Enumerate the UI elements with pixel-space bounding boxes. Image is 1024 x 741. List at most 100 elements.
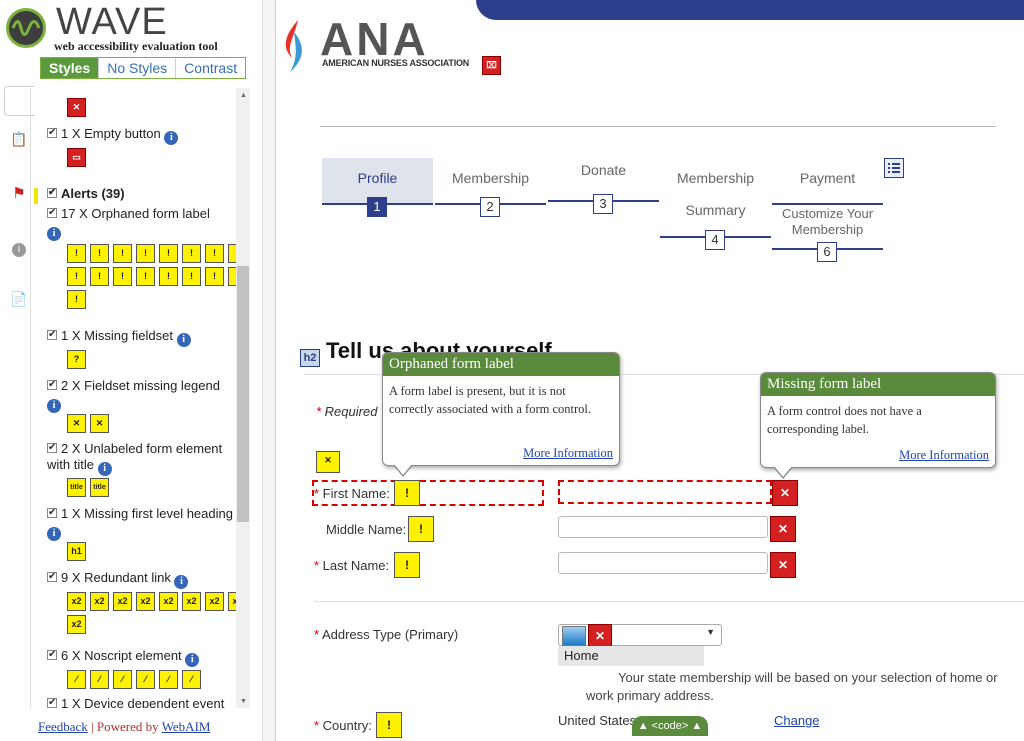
orphaned-label-icon[interactable]: ! bbox=[159, 267, 178, 286]
checkbox[interactable] bbox=[47, 327, 57, 343]
more-information-link[interactable]: More Information bbox=[899, 448, 989, 463]
missing-label-icon[interactable]: ✕ bbox=[772, 480, 798, 506]
missing-label-icon[interactable]: ✕ bbox=[770, 516, 796, 542]
first-name-input[interactable] bbox=[562, 482, 768, 502]
redundant-link-icon[interactable]: x2 bbox=[159, 592, 178, 611]
info-icon[interactable]: i bbox=[176, 333, 191, 347]
noscript-icon[interactable]: ⁄ bbox=[136, 670, 155, 689]
orphaned-label-icon[interactable]: ! bbox=[113, 267, 132, 286]
orphaned-label-icon[interactable]: ! bbox=[182, 244, 201, 263]
orphaned-label-icon[interactable]: ! bbox=[67, 290, 86, 309]
orphaned-label-icon[interactable]: ! bbox=[136, 267, 155, 286]
checkbox[interactable] bbox=[47, 377, 57, 393]
missing-label-icon[interactable]: ✕ bbox=[770, 552, 796, 578]
orphaned-label-icon[interactable]: ! bbox=[205, 267, 224, 286]
step-profile[interactable]: Profile bbox=[322, 170, 433, 186]
orphaned-label-icon[interactable]: ! bbox=[90, 244, 109, 263]
select-element-icon[interactable] bbox=[562, 626, 586, 646]
checkbox[interactable] bbox=[47, 695, 57, 708]
scroll-up-icon[interactable]: ▲ bbox=[240, 92, 247, 99]
fieldset-legend-icon[interactable]: ✕ bbox=[90, 414, 109, 433]
change-country-link[interactable]: Change bbox=[774, 713, 820, 728]
webaim-link[interactable]: WebAIM bbox=[162, 719, 211, 734]
checkbox[interactable] bbox=[47, 647, 57, 663]
step-donate[interactable]: Donate bbox=[548, 162, 659, 178]
panel-divider[interactable] bbox=[262, 0, 276, 741]
feedback-link[interactable]: Feedback bbox=[38, 719, 88, 734]
title-icon[interactable]: title bbox=[90, 478, 109, 497]
orphaned-icons: !!!!!! !!!!!! !!!!! bbox=[67, 244, 250, 309]
step-membership[interactable]: Membership bbox=[435, 170, 546, 186]
orphaned-label-icon[interactable]: ! bbox=[113, 244, 132, 263]
noscript-icon[interactable]: ⁄ bbox=[159, 670, 178, 689]
label-text: Last Name: bbox=[322, 558, 390, 573]
last-name-input[interactable] bbox=[558, 552, 768, 574]
orphaned-label-icon[interactable]: ! bbox=[408, 516, 434, 542]
list-icon[interactable] bbox=[884, 158, 904, 178]
orphaned-label-icon[interactable]: ! bbox=[136, 244, 155, 263]
orphaned-label-icon[interactable]: ! bbox=[67, 267, 86, 286]
clipboard-icon[interactable]: 📋 bbox=[10, 130, 28, 148]
error-icon[interactable]: ✕ bbox=[67, 98, 86, 117]
tab-no-styles[interactable]: No Styles bbox=[99, 58, 177, 78]
style-tabs: Styles No Styles Contrast bbox=[40, 57, 247, 79]
info-icon[interactable]: i bbox=[47, 227, 61, 241]
sidebar-scroll-thumb[interactable] bbox=[237, 266, 249, 522]
redundant-link-icon[interactable]: x2 bbox=[90, 592, 109, 611]
checkbox[interactable] bbox=[47, 125, 57, 141]
info-icon[interactable]: i bbox=[47, 527, 61, 541]
noscript-icon[interactable]: ⁄ bbox=[113, 670, 132, 689]
info-icon[interactable]: i bbox=[97, 462, 112, 476]
info-icon[interactable]: i bbox=[47, 399, 61, 413]
redundant-link-icon[interactable]: x2 bbox=[205, 592, 224, 611]
info-icon[interactable]: i bbox=[185, 653, 200, 667]
noscript-icon[interactable]: ⁄ bbox=[90, 670, 109, 689]
more-information-link[interactable]: More Information bbox=[523, 446, 613, 461]
redundant-link-icon[interactable]: x2 bbox=[67, 592, 86, 611]
missing-label-icon[interactable]: ✕ bbox=[588, 624, 612, 648]
info-icon[interactable]: i bbox=[164, 131, 179, 145]
redundant-link-icon[interactable]: x2 bbox=[182, 592, 201, 611]
document-icon[interactable]: 📄 bbox=[10, 290, 28, 308]
redundant-link-icon[interactable]: x2 bbox=[113, 592, 132, 611]
info-icon[interactable]: i bbox=[174, 575, 189, 589]
image-alt-error-icon[interactable]: ⌧ bbox=[482, 56, 501, 75]
orphaned-label-icon[interactable]: ! bbox=[67, 244, 86, 263]
missing-fieldset-icon[interactable]: ? bbox=[67, 350, 86, 369]
step-payment[interactable]: Payment bbox=[772, 170, 883, 186]
checkbox[interactable] bbox=[47, 205, 57, 221]
orphaned-label-icon[interactable]: ! bbox=[376, 712, 402, 738]
orphaned-label-icon[interactable]: ! bbox=[394, 480, 420, 506]
redundant-link-icon[interactable]: x2 bbox=[136, 592, 155, 611]
checkbox[interactable] bbox=[47, 505, 57, 521]
scroll-down-icon[interactable]: ▼ bbox=[240, 698, 247, 705]
tab-styles[interactable]: Styles bbox=[41, 58, 100, 78]
wave-title: WAVE bbox=[56, 1, 168, 43]
orphaned-label-icon[interactable]: ! bbox=[394, 552, 420, 578]
h2-icon[interactable]: h2 bbox=[300, 349, 320, 367]
flag-icon[interactable]: ⚑ bbox=[10, 184, 28, 202]
title-icon[interactable]: title bbox=[67, 478, 86, 497]
step-number: 6 bbox=[817, 242, 837, 262]
step-customize[interactable]: Customize Your Membership bbox=[772, 206, 883, 238]
noscript-icon[interactable]: ⁄ bbox=[182, 670, 201, 689]
checkbox[interactable] bbox=[47, 185, 57, 201]
fieldset-legend-icon[interactable]: ✕ bbox=[67, 414, 86, 433]
info-rail-icon[interactable]: i bbox=[10, 238, 28, 257]
orphaned-label-icon[interactable]: ! bbox=[182, 267, 201, 286]
code-toggle-button[interactable]: ▲ <code> ▲ bbox=[632, 716, 708, 736]
checkbox[interactable] bbox=[47, 569, 57, 585]
step-membership-summary[interactable]: Membership Summary bbox=[660, 170, 771, 218]
fieldset-icon[interactable]: ✕ bbox=[316, 451, 340, 473]
empty-button-icon[interactable]: ▭ bbox=[67, 148, 86, 167]
h1-icon[interactable]: h1 bbox=[67, 542, 86, 561]
orphaned-label-icon[interactable]: ! bbox=[90, 267, 109, 286]
tab-contrast[interactable]: Contrast bbox=[176, 58, 246, 78]
home-option[interactable]: Home bbox=[558, 646, 704, 666]
orphaned-label-icon[interactable]: ! bbox=[205, 244, 224, 263]
checkbox[interactable] bbox=[47, 440, 57, 456]
noscript-icon[interactable]: ⁄ bbox=[67, 670, 86, 689]
middle-name-input[interactable] bbox=[558, 516, 768, 538]
orphaned-label-icon[interactable]: ! bbox=[159, 244, 178, 263]
redundant-link-icon[interactable]: x2 bbox=[67, 615, 86, 634]
